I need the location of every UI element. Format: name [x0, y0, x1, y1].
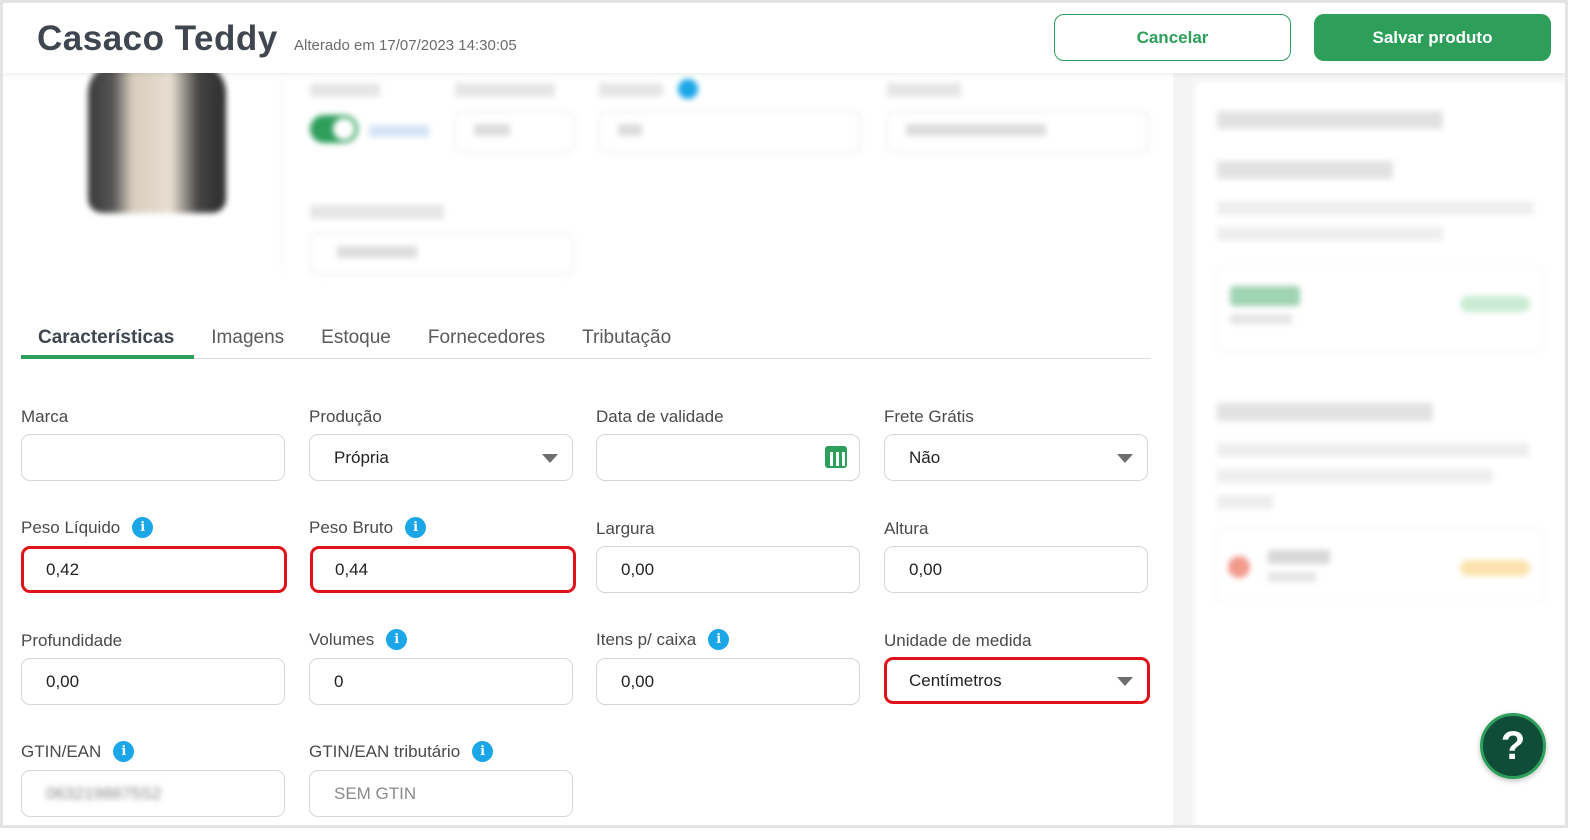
unidade-select[interactable]: Centímetros	[884, 657, 1150, 704]
blurred-label	[310, 205, 444, 219]
producao-label: Produção	[309, 407, 382, 426]
save-product-button[interactable]: Salvar produto	[1314, 14, 1551, 61]
blurred-heading	[1217, 161, 1393, 179]
gtin-label: GTIN/EAN i	[21, 741, 135, 762]
blurred-store-box	[1215, 529, 1545, 603]
profundidade-label: Profundidade	[21, 631, 123, 650]
help-button[interactable]: ?	[1480, 713, 1546, 779]
blurred-select	[887, 111, 1149, 153]
blurred-text	[1217, 443, 1529, 457]
peso-liquido-input[interactable]: 0,42	[21, 546, 287, 593]
unidade-label: Unidade de medida	[884, 631, 1032, 650]
info-icon[interactable]: i	[113, 741, 135, 762]
itens-caixa-input[interactable]: 0,00	[596, 658, 860, 705]
app-window: Casaco Teddy Alterado em 17/07/2023 14:3…	[0, 0, 1568, 828]
blurred-label	[369, 125, 429, 137]
chevron-down-icon	[542, 454, 558, 463]
blurred-select	[310, 233, 574, 275]
status-toggle	[310, 115, 358, 143]
chevron-down-icon	[1117, 677, 1133, 686]
blurred-text	[1217, 227, 1443, 241]
cancel-button[interactable]: Cancelar	[1054, 14, 1291, 61]
blurred-label	[599, 83, 663, 97]
frete-select[interactable]: Não	[884, 434, 1148, 481]
gtin-value: 0632198875S2	[46, 783, 162, 803]
tab-caracteristicas[interactable]: Características	[21, 321, 195, 359]
altura-label: Altura	[884, 519, 929, 538]
largura-label: Largura	[596, 519, 655, 538]
largura-input[interactable]: 0,00	[596, 546, 860, 593]
volumes-input[interactable]: 0	[309, 658, 573, 705]
blurred-input	[599, 111, 861, 153]
page-header: Casaco Teddy Alterado em 17/07/2023 14:3…	[3, 3, 1565, 73]
info-icon[interactable]: i	[405, 517, 427, 538]
product-tabs: Características Imagens Estoque Forneced…	[21, 321, 1151, 359]
chevron-down-icon	[1117, 454, 1133, 463]
blurred-store-box	[1215, 267, 1545, 351]
info-icon[interactable]: i	[132, 517, 154, 538]
validade-date-input[interactable]	[596, 434, 860, 481]
page-title: Casaco Teddy	[37, 19, 278, 58]
product-image	[88, 63, 226, 213]
tab-estoque[interactable]: Estoque	[304, 321, 411, 359]
itens-caixa-label: Itens p/ caixa i	[596, 629, 730, 650]
validade-label: Data de validade	[596, 407, 724, 426]
blurred-heading	[1217, 403, 1433, 421]
blurred-label	[310, 83, 380, 97]
altura-input[interactable]: 0,00	[884, 546, 1148, 593]
last-modified-text: Alterado em 17/07/2023 14:30:05	[294, 37, 517, 54]
peso-bruto-input[interactable]: 0,44	[310, 546, 576, 593]
marca-label: Marca	[21, 407, 69, 426]
marca-input[interactable]	[21, 434, 285, 481]
blurred-label	[455, 83, 555, 97]
info-icon[interactable]: i	[708, 629, 730, 650]
info-icon[interactable]: i	[472, 741, 494, 762]
peso-liquido-label: Peso Líquido i	[21, 517, 154, 538]
info-icon	[678, 79, 698, 99]
info-icon[interactable]: i	[386, 629, 408, 650]
peso-bruto-label: Peso Bruto i	[309, 517, 427, 538]
blurred-text	[1217, 495, 1273, 509]
blurred-text	[1217, 201, 1533, 215]
tab-imagens[interactable]: Imagens	[194, 321, 304, 359]
gtin-tributario-label: GTIN/EAN tributário i	[309, 741, 494, 762]
gtin-tributario-input[interactable]: SEM GTIN	[309, 770, 573, 817]
frete-label: Frete Grátis	[884, 407, 974, 426]
producao-select[interactable]: Própria	[309, 434, 573, 481]
tab-fornecedores[interactable]: Fornecedores	[411, 321, 565, 359]
volumes-label: Volumes i	[309, 629, 408, 650]
tab-tributacao[interactable]: Tributação	[565, 321, 691, 359]
gtin-input[interactable]: 0632198875S2	[21, 770, 285, 817]
blurred-heading	[1217, 111, 1443, 129]
blurred-text	[1217, 469, 1493, 483]
profundidade-input[interactable]: 0,00	[21, 658, 285, 705]
blurred-input	[455, 111, 575, 153]
blurred-label	[887, 83, 961, 97]
calendar-icon[interactable]	[825, 446, 847, 468]
